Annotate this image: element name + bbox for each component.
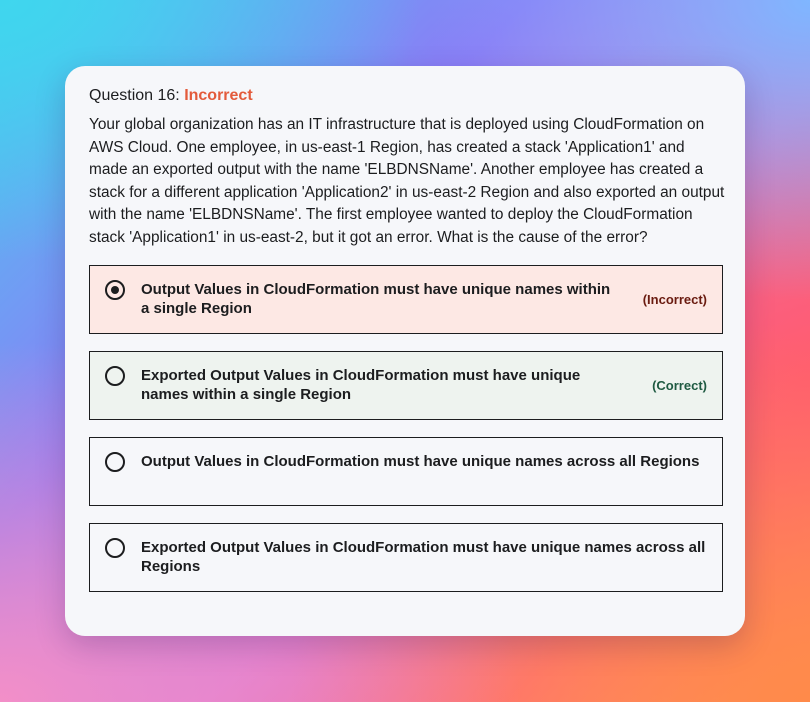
result-status: Incorrect xyxy=(184,87,253,104)
answer-option-text: Exported Output Values in CloudFormation… xyxy=(141,539,706,575)
answer-option-text: Output Values in CloudFormation must hav… xyxy=(141,453,700,470)
radio-unselected-icon[interactable] xyxy=(105,538,125,558)
answer-option-3[interactable]: Output Values in CloudFormation must hav… xyxy=(89,437,723,506)
answer-option-4[interactable]: Exported Output Values in CloudFormation… xyxy=(89,523,723,592)
question-text: Your global organization has an IT infra… xyxy=(89,116,725,246)
question-number: Question 16: xyxy=(89,87,180,104)
answer-option-text: Exported Output Values in CloudFormation… xyxy=(141,367,581,403)
radio-unselected-icon[interactable] xyxy=(105,452,125,472)
radio-selected-icon[interactable] xyxy=(105,280,125,300)
question-card: Question 16: Incorrect Your global organ… xyxy=(65,66,745,636)
incorrect-tag: (Incorrect) xyxy=(642,292,707,307)
radio-unselected-icon[interactable] xyxy=(105,366,125,386)
answer-option-text: Output Values in CloudFormation must hav… xyxy=(141,281,611,317)
question-header: Question 16: Incorrect xyxy=(89,86,723,106)
correct-tag: (Correct) xyxy=(652,378,707,393)
answer-option-2[interactable]: Exported Output Values in CloudFormation… xyxy=(89,351,723,420)
answer-option-1[interactable]: Output Values in CloudFormation must hav… xyxy=(89,265,723,334)
